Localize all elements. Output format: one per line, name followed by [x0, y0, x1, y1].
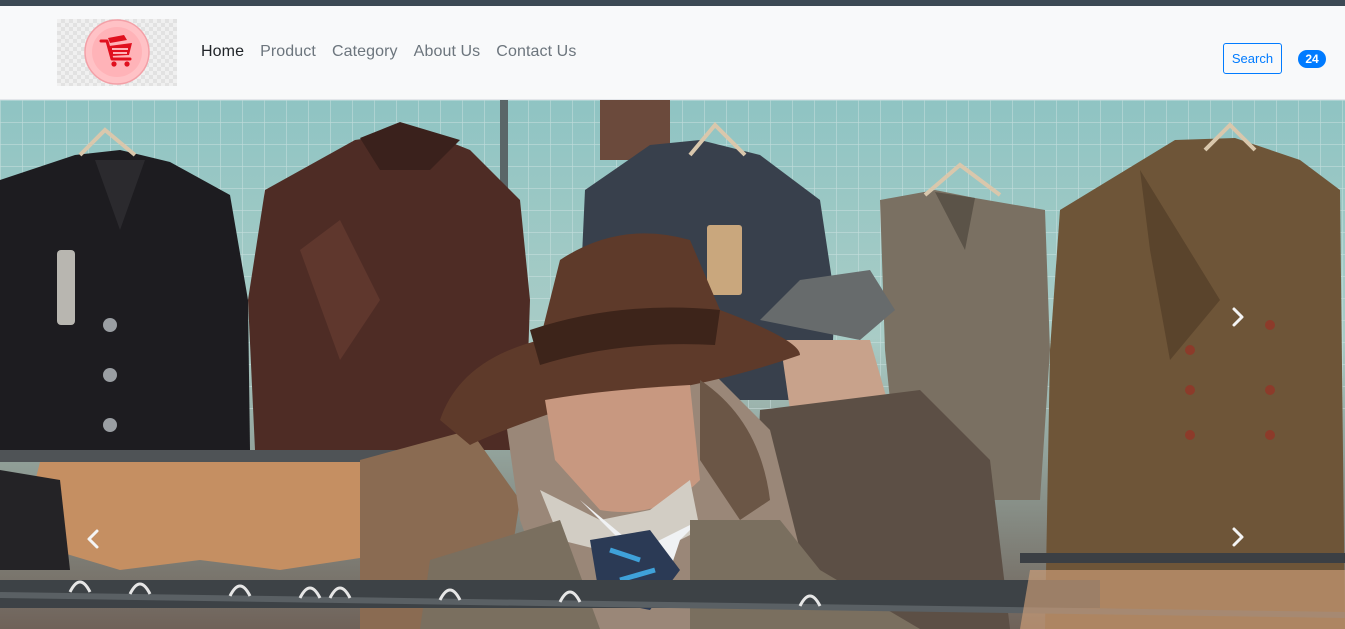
nav-link-about-us[interactable]: About Us: [414, 43, 481, 61]
chevron-right-icon: [1232, 307, 1244, 327]
nav-link-category[interactable]: Category: [332, 43, 398, 61]
nav-link-product[interactable]: Product: [260, 43, 316, 61]
carousel-next-button-lower[interactable]: [1230, 526, 1250, 550]
store-logo[interactable]: [57, 19, 177, 86]
chevron-right-icon: [1232, 527, 1244, 547]
nav-link-contact-us[interactable]: Contact Us: [496, 43, 576, 61]
nav-links: Home Product Category About Us Contact U…: [201, 43, 592, 61]
search-button[interactable]: Search: [1223, 43, 1282, 74]
carousel-next-button[interactable]: [1230, 306, 1250, 330]
nav-link-home[interactable]: Home: [201, 43, 244, 61]
navbar: Home Product Category About Us Contact U…: [0, 6, 1345, 100]
hero-image: [0, 100, 1345, 629]
hero-carousel: [0, 100, 1345, 629]
shopping-cart-icon: [84, 19, 150, 85]
cart-count-badge[interactable]: 24: [1298, 50, 1326, 68]
carousel-prev-button[interactable]: [85, 528, 105, 552]
chevron-left-icon: [87, 529, 99, 549]
